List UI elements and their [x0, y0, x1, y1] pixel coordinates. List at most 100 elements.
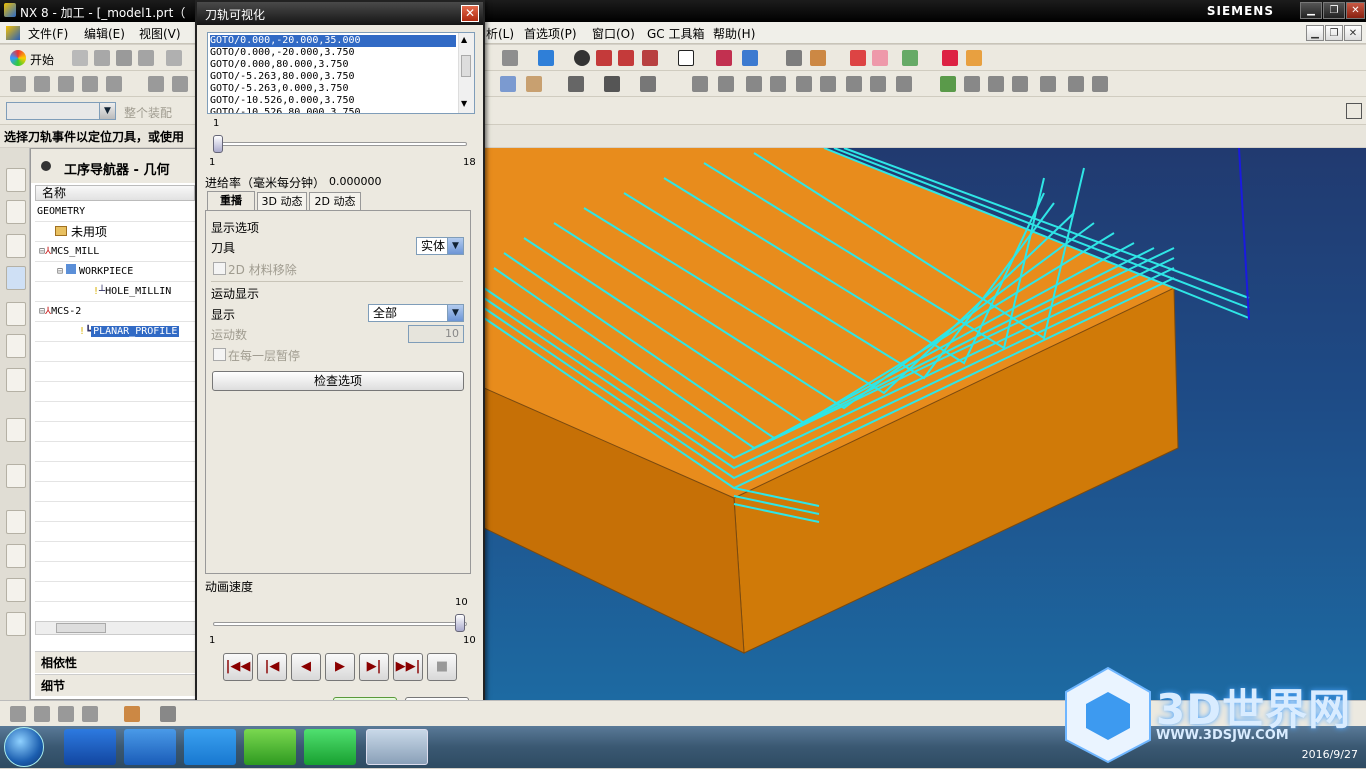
feature-icon[interactable] — [500, 76, 516, 92]
copy-icon[interactable] — [796, 76, 812, 92]
list-item[interactable]: GOTO/0.000,80.000,3.750 — [210, 59, 456, 71]
doc-minimize-button[interactable]: ▁ — [1306, 25, 1324, 41]
constraint-nav-icon[interactable] — [6, 200, 26, 224]
start-icon[interactable] — [10, 50, 26, 66]
history-icon[interactable] — [6, 464, 26, 488]
speed-slider-thumb[interactable] — [455, 614, 465, 632]
create-geometry-icon[interactable] — [58, 76, 74, 92]
web-browser-icon[interactable] — [6, 418, 26, 442]
part-nav-icon[interactable] — [6, 234, 26, 258]
end-point-icon[interactable] — [34, 706, 50, 722]
crosshair-icon[interactable] — [160, 706, 176, 722]
play-icon[interactable]: ▶ — [325, 653, 355, 681]
graphics-window[interactable] — [483, 147, 1366, 700]
tool-icon[interactable] — [850, 50, 866, 66]
create-program-icon[interactable] — [10, 76, 26, 92]
box-icon[interactable] — [642, 50, 658, 66]
material-removal-checkbox[interactable] — [213, 262, 226, 275]
snap-icon[interactable] — [640, 76, 656, 92]
menu-edit[interactable]: 编辑(E) — [84, 25, 125, 42]
edit-icon[interactable] — [746, 76, 762, 92]
menu-file[interactable]: 文件(F) — [28, 25, 68, 42]
tree-row-unused[interactable]: 未用项 — [35, 222, 195, 242]
menu-help[interactable]: 帮助(H) — [713, 25, 755, 42]
section-icon[interactable] — [596, 50, 612, 66]
menu-analysis[interactable]: 析(L) — [486, 25, 514, 42]
menu-preferences[interactable]: 首选项(P) — [524, 25, 577, 42]
list-item[interactable]: GOTO/-5.263,80.000,3.750 — [210, 71, 456, 83]
collapse-icon[interactable]: ⊟ — [57, 266, 63, 277]
doc-restore-button[interactable]: ❐ — [1325, 25, 1343, 41]
taskbar-wifi-app-icon[interactable] — [64, 729, 116, 765]
machine-nav-icon[interactable] — [6, 302, 26, 326]
pattern-icon[interactable] — [718, 76, 734, 92]
operation-nav-icon[interactable] — [6, 266, 26, 290]
table-icon[interactable] — [786, 50, 802, 66]
menu-view[interactable]: 视图(V) — [139, 25, 181, 42]
program-icon[interactable] — [902, 50, 918, 66]
motion-count-input[interactable]: 10 — [408, 325, 464, 343]
close-button[interactable]: ✕ — [1346, 2, 1365, 19]
start-menu[interactable]: 开始 — [30, 51, 54, 68]
taskbar-iqiyi-app-icon[interactable] — [304, 729, 356, 765]
window-icon[interactable] — [1012, 76, 1028, 92]
hide-icon[interactable] — [870, 76, 886, 92]
list-item[interactable]: GOTO/-10.526,0.000,3.750 — [210, 95, 456, 107]
layer-settings-icon[interactable] — [988, 76, 1004, 92]
stop-icon[interactable]: ■ — [427, 653, 457, 681]
filter-icon[interactable] — [604, 76, 620, 92]
step-back-icon[interactable]: |◀ — [257, 653, 287, 681]
horizontal-scrollbar[interactable] — [35, 621, 197, 635]
start-orb-icon[interactable] — [4, 727, 44, 767]
scroll-down-icon[interactable]: ▼ — [461, 99, 467, 108]
column-header-name[interactable]: 名称 — [35, 185, 195, 201]
model-icon[interactable] — [618, 50, 634, 66]
shaded-cube-icon[interactable] — [538, 50, 554, 66]
generate-icon[interactable] — [148, 76, 164, 92]
taskbar-nx-app-icon[interactable] — [366, 729, 428, 765]
save-icon[interactable] — [116, 50, 132, 66]
axis-icon[interactable] — [810, 50, 826, 66]
cut-icon[interactable] — [166, 50, 182, 66]
clock-icon[interactable] — [6, 510, 26, 534]
restore-button[interactable]: ❐ — [1323, 2, 1345, 19]
print-icon[interactable] — [138, 50, 154, 66]
taskbar-video-app-icon[interactable] — [124, 729, 176, 765]
check-options-button[interactable]: 检查选项 — [212, 371, 464, 391]
step-forward-icon[interactable]: ▶| — [359, 653, 389, 681]
create-method-icon[interactable] — [82, 76, 98, 92]
toolpath-event-list[interactable]: GOTO/0.000,-20.000,35.000 GOTO/0.000,-20… — [207, 32, 475, 114]
flag-icon[interactable] — [1040, 76, 1056, 92]
delete-icon[interactable] — [896, 76, 912, 92]
verify-icon[interactable] — [172, 76, 188, 92]
paste-icon[interactable] — [820, 76, 836, 92]
event-slider-thumb[interactable] — [213, 135, 223, 153]
dialog-close-button[interactable]: ✕ — [461, 5, 479, 22]
system-materials-icon[interactable] — [6, 612, 26, 636]
new-icon[interactable] — [72, 50, 88, 66]
assembly-nav-icon[interactable] — [6, 168, 26, 192]
tree-row-workpiece[interactable]: ⊟ WORKPIECE — [35, 262, 195, 282]
reuse-library-icon[interactable] — [6, 334, 26, 358]
scroll-thumb[interactable] — [56, 623, 106, 633]
layer-icon[interactable] — [678, 50, 694, 66]
fast-forward-icon[interactable]: ▶▶| — [393, 653, 423, 681]
scroll-up-icon[interactable]: ▲ — [461, 35, 467, 44]
list-item[interactable]: GOTO/0.000,-20.000,35.000 — [210, 35, 456, 47]
feature-group-icon[interactable] — [964, 76, 980, 92]
motion-display-dropdown[interactable]: 全部 ▼ — [368, 304, 464, 322]
tool-display-dropdown[interactable]: 实体 ▼ — [416, 237, 464, 255]
event-slider-track[interactable] — [213, 142, 467, 146]
palette-icon[interactable] — [6, 368, 26, 392]
create-operation-icon[interactable] — [106, 76, 122, 92]
view-icon[interactable] — [502, 50, 518, 66]
measure-icon[interactable] — [872, 50, 888, 66]
process-studio-icon[interactable] — [6, 544, 26, 568]
type-filter-dropdown[interactable]: ▼ — [6, 102, 116, 120]
tree-row-geometry[interactable]: GEOMETRY — [35, 202, 195, 222]
taskbar-cloud-app-icon[interactable] — [184, 729, 236, 765]
menu-gc-toolbox[interactable]: GC 工具箱 — [647, 25, 705, 42]
pause-each-layer-checkbox[interactable] — [213, 348, 226, 361]
point-icon[interactable] — [692, 76, 708, 92]
tab-replay[interactable]: 重播 — [207, 191, 255, 211]
